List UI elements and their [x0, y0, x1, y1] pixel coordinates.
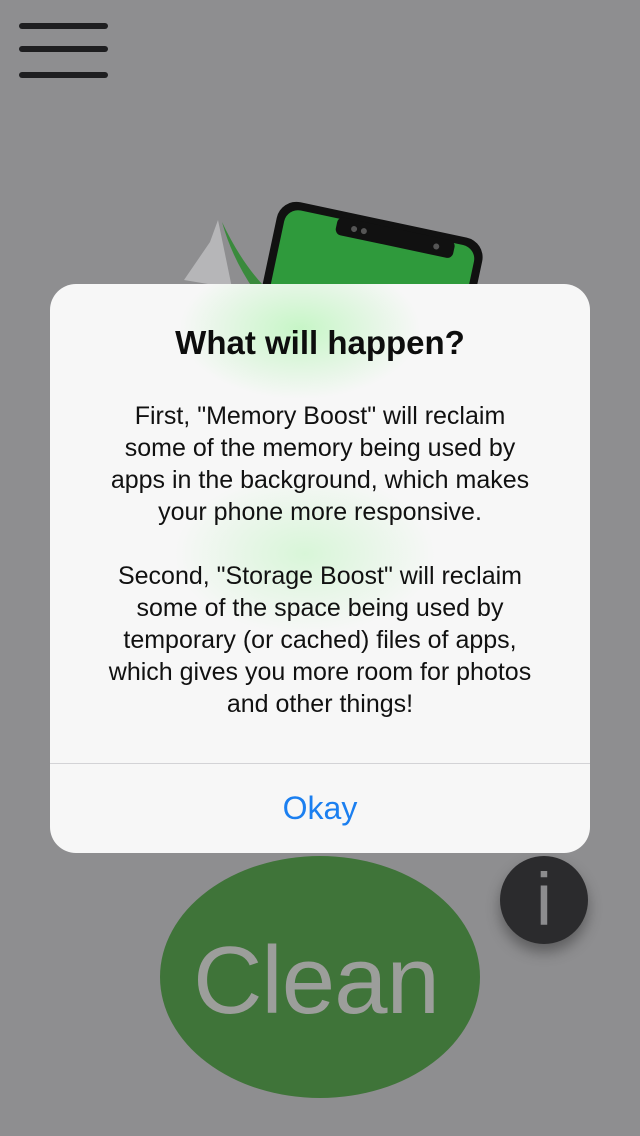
alert-message: First, "Memory Boost" will reclaim some …	[108, 402, 532, 718]
clean-button[interactable]: Clean	[160, 856, 480, 1098]
info-icon: i	[535, 858, 553, 941]
alert-dialog: What will happen? First, "Memory Boost" …	[50, 284, 590, 853]
alert-title: What will happen?	[175, 324, 465, 361]
hamburger-menu-icon	[19, 23, 108, 29]
info-button[interactable]: i	[500, 856, 588, 944]
menu-line	[19, 46, 108, 52]
menu-line	[19, 72, 108, 78]
clean-button-label: Clean	[193, 927, 440, 1034]
menu-button[interactable]	[18, 22, 110, 84]
okay-button[interactable]: Okay	[50, 764, 590, 853]
